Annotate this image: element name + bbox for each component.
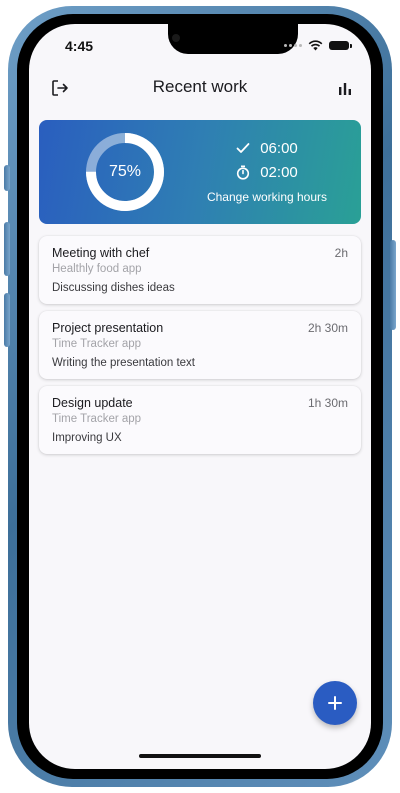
work-item-project: Healthly food app: [52, 263, 142, 275]
camera-notch: [168, 24, 298, 54]
app-screen: 4:45 Recent work 75% 06:00 02:00 Change …: [29, 24, 371, 769]
work-item-duration: 1h 30m: [307, 396, 348, 410]
timer-hours-value: 02:00: [260, 163, 298, 181]
status-time: 4:45: [65, 38, 94, 54]
volume-up-button: [4, 222, 10, 276]
work-item-project: Time Tracker app: [52, 338, 142, 350]
stopwatch-icon: [237, 165, 250, 180]
work-item-description: Discussing dishes ideas: [52, 282, 175, 294]
hours-panel: 06:00 02:00 Change working hours: [199, 136, 335, 205]
check-icon: [236, 143, 250, 153]
work-item-card[interactable]: Project presentation 2h 30m Time Tracker…: [39, 311, 361, 379]
work-item-duration: 2h 30m: [307, 321, 348, 335]
progress-percent: 75%: [108, 163, 142, 180]
page-title: Recent work: [152, 77, 248, 96]
change-working-hours-button[interactable]: Change working hours: [199, 190, 335, 204]
add-work-button[interactable]: [313, 681, 357, 725]
wifi-icon: [308, 40, 323, 51]
work-item-card[interactable]: Meeting with chef 2h Healthly food app D…: [39, 236, 361, 304]
work-item-project: Time Tracker app: [52, 413, 142, 425]
timer-hours-row: 02:00: [199, 160, 335, 184]
volume-down-button: [4, 293, 10, 347]
plus-icon: [328, 696, 342, 710]
work-item-title: Meeting with chef: [52, 246, 150, 260]
work-item-description: Writing the presentation text: [52, 357, 195, 369]
working-hours-summary: 75% 06:00 02:00 Change working hours: [39, 120, 361, 224]
done-hours-value: 06:00: [260, 139, 298, 157]
home-indicator: [139, 754, 261, 758]
app-bar: Recent work: [29, 74, 371, 102]
mute-switch: [4, 165, 10, 191]
power-button: [390, 240, 396, 330]
work-item-title: Project presentation: [52, 321, 164, 335]
status-icons: [284, 40, 352, 51]
cellular-signal-icon: [284, 44, 302, 47]
work-item-duration: 2h: [334, 246, 348, 260]
work-item-title: Design update: [52, 396, 133, 410]
battery-icon: [329, 41, 352, 50]
work-item-card[interactable]: Design update 1h 30m Time Tracker app Im…: [39, 386, 361, 454]
work-item-description: Improving UX: [52, 432, 122, 444]
bar-chart-icon[interactable]: [333, 76, 357, 100]
done-hours-row: 06:00: [199, 136, 335, 160]
